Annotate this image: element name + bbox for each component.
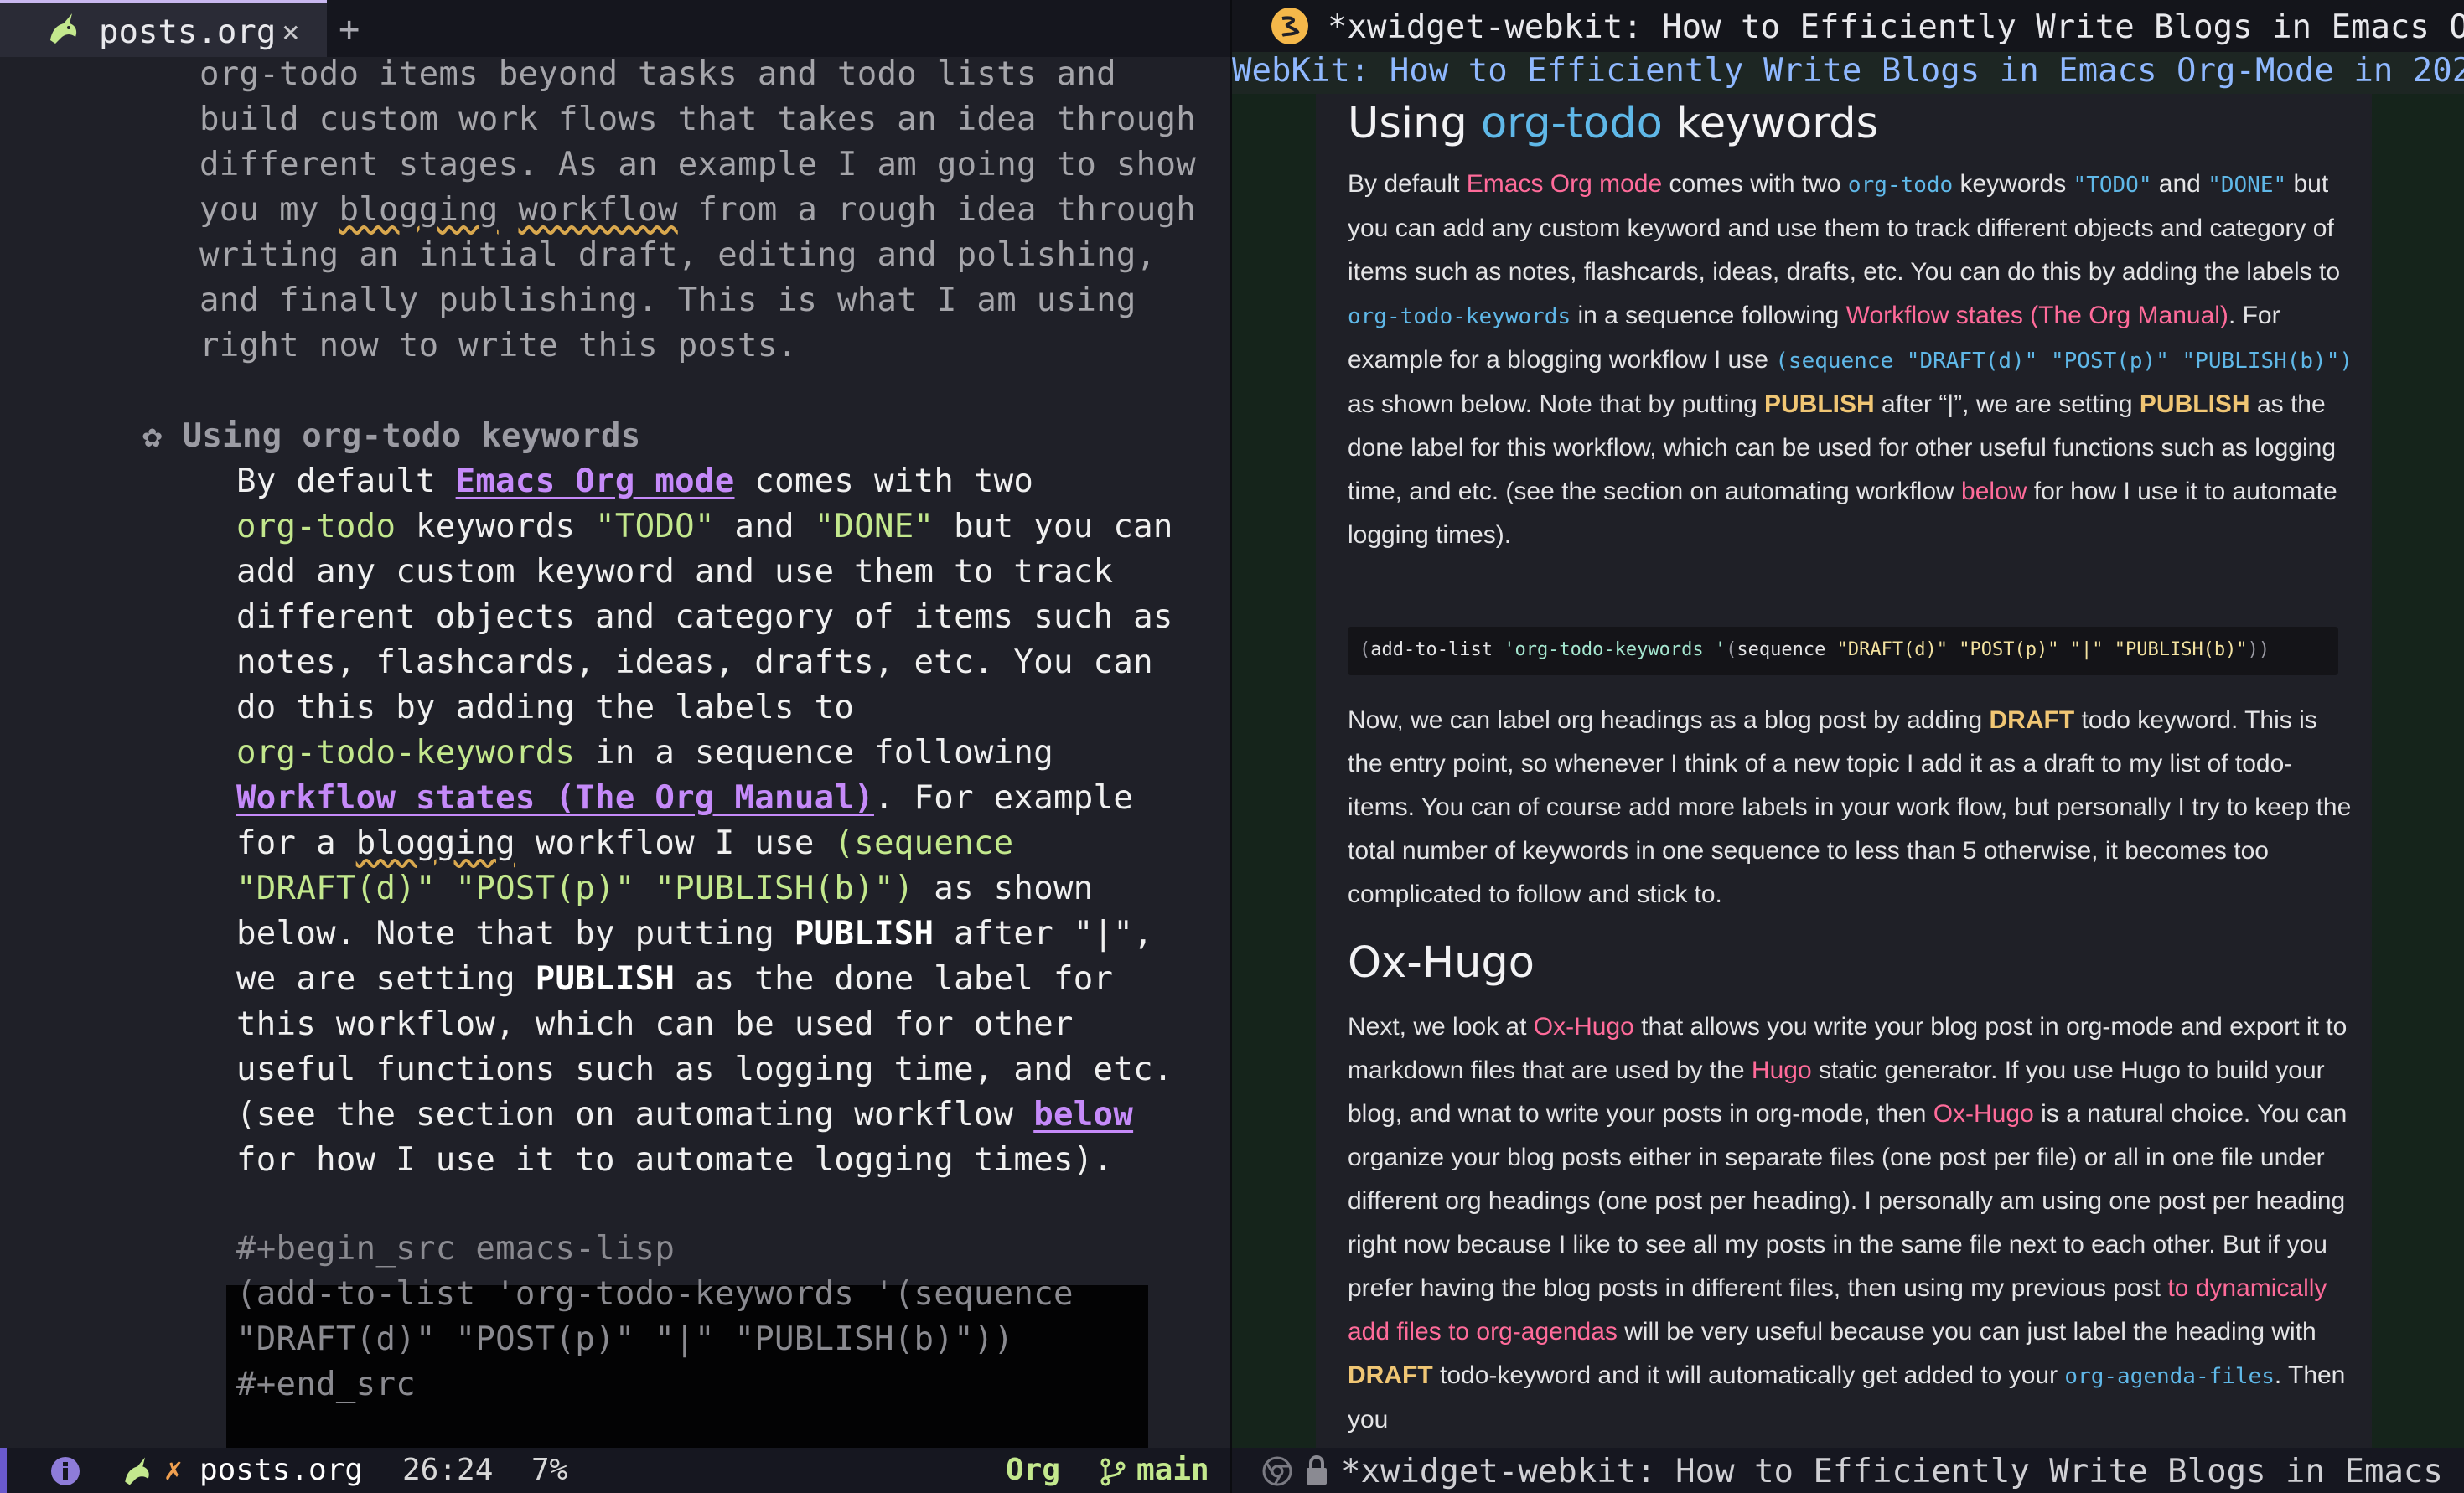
text-line: different objects and category of items … (236, 598, 1173, 636)
section-heading-org-todo: Using org-todo keywords (1348, 99, 1879, 148)
info-icon (51, 1457, 80, 1485)
web-view[interactable]: Using org-todo keywords By default Emacs… (1232, 94, 2464, 1448)
link-hugo[interactable]: Hugo (1752, 1056, 1812, 1084)
git-branch-icon (1100, 1458, 1126, 1486)
text-line: different stages. As an example I am goi… (199, 146, 1196, 183)
xwidget-webkit-window: *xwidget-webkit: How to Efficiently Writ… (1232, 0, 2464, 1493)
link-emacs-org-mode[interactable]: Emacs Org mode (456, 462, 735, 500)
link-ox-hugo-2[interactable]: Ox-Hugo (1933, 1100, 2034, 1128)
paragraph-3: Next, we look at Ox-Hugo that allows you… (1348, 1013, 2348, 1434)
org-buffer[interactable]: org-todo items beyond tasks and todo lis… (0, 55, 1232, 1465)
src-begin-line: #+begin_src emacs-lisp (236, 1230, 676, 1268)
src-end-line: #+end_src (236, 1366, 417, 1403)
code-block[interactable]: (add-to-list 'org-todo-keywords '(sequen… (1348, 627, 2338, 675)
lock-icon (1307, 1455, 1327, 1485)
emacs-unicorn-icon (125, 1457, 149, 1485)
new-tab-button[interactable]: + (339, 8, 360, 49)
mode-line-left: ✗ posts.org 26:24 7% Org main (0, 1448, 1232, 1493)
text-line: notes, flashcards, ideas, drafts, etc. Y… (236, 643, 1153, 681)
text-line: we are setting PUBLISH as the done label… (236, 960, 1114, 998)
mode-line-indicator (0, 1448, 7, 1493)
text-line: org-todo-keywords in a sequence followin… (236, 734, 1053, 772)
paragraph-2: Now, we can label org headings as a blog… (1348, 706, 2352, 908)
emacs-logo-icon (1271, 8, 1308, 44)
text-line: and finally publishing. This is what I a… (199, 282, 1136, 319)
webkit-header-line: *xwidget-webkit: How to Efficiently Writ… (1232, 0, 2464, 52)
text-line: for how I use it to automate logging tim… (236, 1141, 1114, 1179)
webkit-buffer-name: *xwidget-webkit: How to Efficiently Writ… (1341, 1453, 2464, 1490)
text-line: useful functions such as logging time, a… (236, 1051, 1173, 1088)
cursor-position: 26:24 (402, 1453, 494, 1487)
chrome-icon (1262, 1456, 1292, 1486)
text-line: Workflow states (The Org Manual). For ex… (236, 779, 1134, 817)
src-code-line: (add-to-list 'org-todo-keywords '(sequen… (236, 1275, 1074, 1313)
text-line: org-todo items beyond tasks and todo lis… (199, 55, 1116, 93)
link-emacs-org-mode[interactable]: Emacs Org mode (1467, 170, 1662, 198)
mode-line-right: *xwidget-webkit: How to Efficiently Writ… (1232, 1448, 2464, 1493)
git-branch[interactable]: main (1136, 1453, 1209, 1487)
modified-x-icon: ✗ (164, 1453, 183, 1487)
link-workflow-states[interactable]: Workflow states (The Org Manual) (236, 779, 874, 817)
tab-title: posts.org (99, 13, 277, 51)
text-line: this workflow, which can be used for oth… (236, 1005, 1074, 1043)
link-below[interactable]: below (1961, 478, 2027, 505)
text-line: right now to write this posts. (199, 327, 798, 364)
tab-posts-org[interactable]: posts.org × (0, 0, 327, 57)
src-code-line: "DRAFT(d)" "POST(p)" "|" "PUBLISH(b)")) (236, 1320, 1014, 1358)
tab-bar: posts.org × + (0, 0, 1232, 57)
org-heading[interactable]: ✿ Using org-todo keywords (142, 414, 641, 459)
link-below[interactable]: below (1033, 1096, 1133, 1134)
tab-close-button[interactable]: × (282, 15, 300, 49)
text-line: build custom work flows that takes an id… (199, 101, 1196, 138)
text-line: for a blogging workflow I use (sequence (236, 824, 1014, 862)
text-line: By default Emacs Org mode comes with two (236, 462, 1034, 500)
text-line: add any custom keyword and use them to t… (236, 553, 1114, 591)
emacs-left-window: posts.org × + org-todo items beyond task… (0, 0, 1232, 1493)
text-line: writing an initial draft, editing and po… (199, 236, 1157, 274)
webkit-subtitle-line: WebKit: How to Efficiently Write Blogs i… (1232, 52, 2464, 94)
buffer-name[interactable]: posts.org (199, 1453, 363, 1487)
heading-bullet-icon: ✿ (142, 417, 163, 455)
section-heading-ox-hugo: Ox-Hugo (1348, 938, 1535, 988)
article-body: Using org-todo keywords By default Emacs… (1316, 94, 2372, 1448)
emacs-unicorn-icon (50, 13, 77, 44)
webkit-page-title: WebKit: How to Efficiently Write Blogs i… (1232, 52, 2464, 90)
text-line: you my blogging workflow from a rough id… (199, 191, 1197, 229)
link-ox-hugo[interactable]: Ox-Hugo (1534, 1013, 1634, 1041)
text-line: (see the section on automating workflow … (236, 1096, 1134, 1134)
text-line: org-todo keywords "TODO" and "DONE" but … (236, 508, 1173, 545)
text-line: "DRAFT(d)" "POST(p)" "PUBLISH(b)") as sh… (236, 870, 1094, 907)
major-mode[interactable]: Org (1006, 1453, 1060, 1487)
webkit-title: *xwidget-webkit: How to Efficiently Writ… (1328, 8, 2464, 46)
paragraph-1: By default Emacs Org mode comes with two… (1348, 170, 2353, 549)
code-text: (add-to-list 'org-todo-keywords '(sequen… (1359, 639, 2270, 660)
text-line: do this by adding the labels to (236, 689, 855, 726)
text-line: below. Note that by putting PUBLISH afte… (236, 915, 1153, 953)
buffer-percent: 7% (531, 1453, 568, 1487)
link-workflow-states[interactable]: Workflow states (The Org Manual) (1846, 302, 2228, 329)
